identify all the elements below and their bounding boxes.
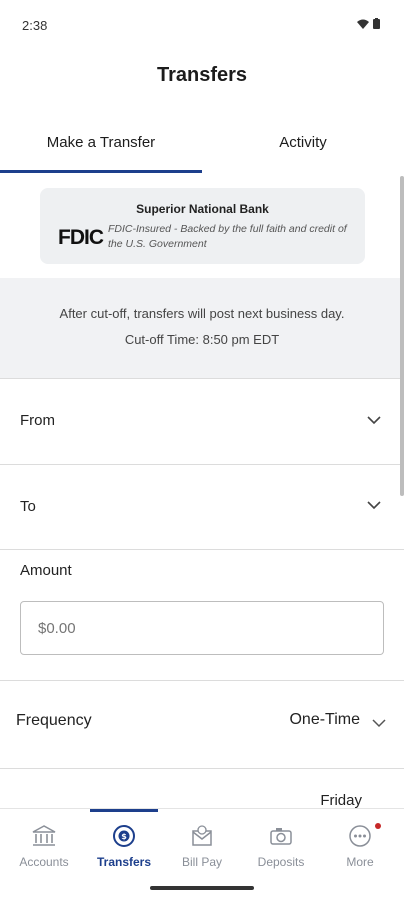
nav-label: Transfers [96,855,152,869]
nav-more[interactable]: More [320,809,400,879]
amount-label: Amount [20,562,72,579]
battery-icon [373,18,380,29]
divider [0,549,404,550]
nav-transfers[interactable]: $ Transfers [84,809,164,879]
svg-text:$: $ [121,832,127,841]
to-select[interactable]: To [0,465,404,549]
scrollbar[interactable] [400,176,404,496]
status-icons [357,18,380,29]
status-time: 2:38 [22,18,48,33]
chevron-down-icon [367,501,381,510]
nav-label: Deposits [257,855,305,869]
tab-active-indicator [0,170,202,173]
to-label: To [20,498,36,515]
frequency-label: Frequency [16,712,92,729]
scheduled-date-value[interactable]: Friday [320,792,362,809]
nav-label: Accounts [19,855,69,869]
bill-pay-icon [192,825,212,846]
fdic-text: FDIC-Insured - Backed by the full faith … [108,223,347,250]
fdic-bank-name: Superior National Bank [136,202,269,216]
chevron-down-icon [367,416,381,425]
fdic-logo: FDIC [58,226,104,249]
cutoff-message: After cut-off, transfers will post next … [59,306,345,321]
nav-accounts[interactable]: Accounts [4,809,84,879]
notification-badge [375,823,381,829]
nav-deposits[interactable]: Deposits [241,809,321,879]
from-select[interactable]: From [0,379,404,463]
tab-bar: Make a Transfer Activity [0,112,404,174]
cutoff-notice: After cut-off, transfers will post next … [0,278,404,378]
bank-icon [32,825,56,846]
from-label: From [20,412,55,429]
amount-input[interactable] [20,601,384,655]
frequency-value: One-Time [289,711,360,728]
transfer-icon: $ [113,825,135,847]
nav-label: More [346,855,374,869]
fdic-card: Superior National Bank FDIC FDIC-Insured… [40,188,365,264]
wifi-icon [357,19,369,29]
page-title: Transfers [156,64,248,86]
tab-activity[interactable]: Activity [202,112,404,172]
status-bar: 2:38 [0,0,404,48]
more-icon [349,825,371,847]
nav-bill-pay[interactable]: Bill Pay [162,809,242,879]
tab-make-transfer[interactable]: Make a Transfer [0,112,202,172]
nav-label: Bill Pay [181,855,222,869]
cutoff-time: Cut-off Time: 8:50 pm EDT [124,332,280,347]
divider [0,768,404,769]
home-indicator [150,886,254,890]
deposit-icon [270,828,292,845]
chevron-down-icon [372,719,386,728]
